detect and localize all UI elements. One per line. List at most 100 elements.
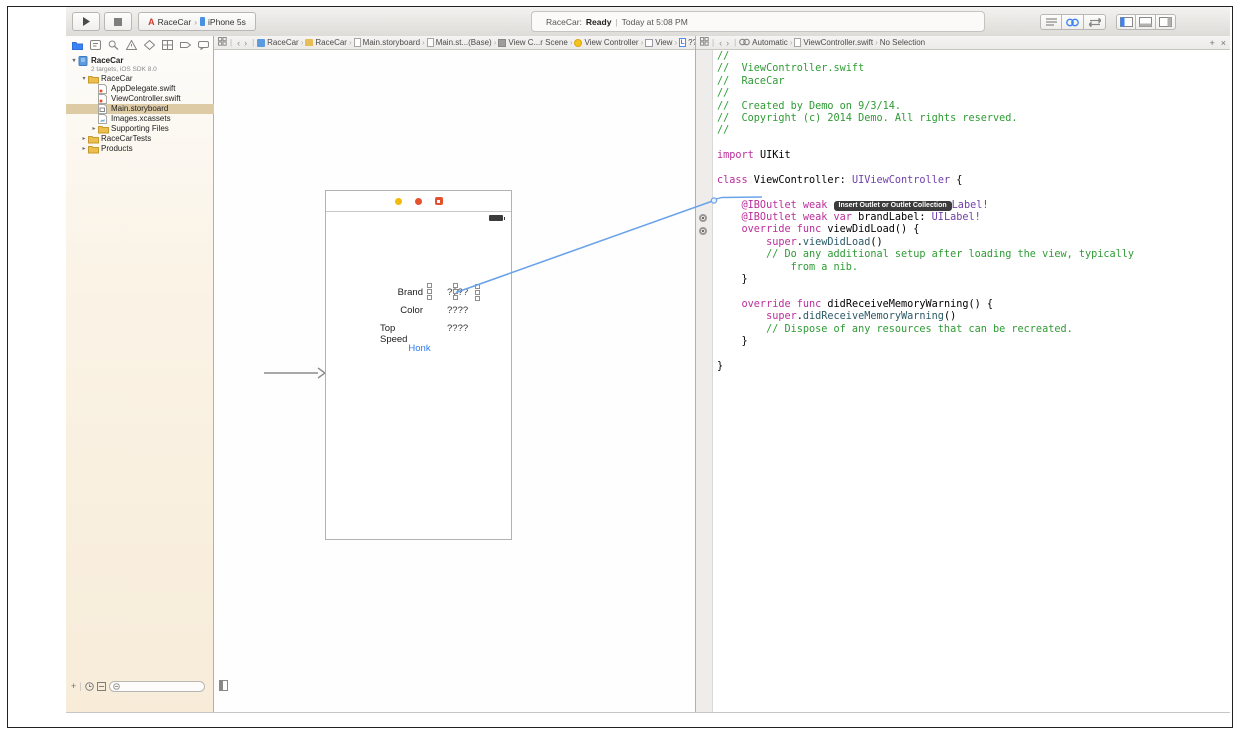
- outlet-connection-well[interactable]: [699, 227, 707, 235]
- initial-view-controller-arrow[interactable]: [262, 366, 326, 380]
- tree-row-viewcontroller-swift[interactable]: ViewController.swift: [66, 94, 214, 104]
- add-file-button[interactable]: +: [71, 681, 76, 691]
- back-history-button[interactable]: ‹: [237, 38, 240, 48]
- jumpbar-item-racecar[interactable]: RaceCar: [257, 38, 299, 47]
- filter-input[interactable]: [109, 681, 205, 692]
- code-line[interactable]: @IBOutlet weak Insert Outlet or Outlet C…: [717, 200, 1230, 212]
- code-line[interactable]: @IBOutlet weak var brandLabel: UILabel!: [717, 212, 1230, 224]
- disclosure-triangle[interactable]: ▸: [90, 124, 98, 134]
- resize-handle[interactable]: [453, 283, 458, 288]
- view-controller-scene[interactable]: Brand ???? Color ???? Top Speed ???? Hon…: [325, 190, 512, 540]
- toggle-navigator-button[interactable]: [1116, 14, 1136, 30]
- related-items-icon[interactable]: [218, 37, 227, 48]
- code-line[interactable]: //: [717, 125, 1230, 137]
- honk-button[interactable]: Honk: [326, 343, 513, 354]
- standard-editor-button[interactable]: [1040, 14, 1062, 30]
- code-line[interactable]: [717, 138, 1230, 150]
- forward-history-button[interactable]: ›: [726, 38, 729, 48]
- code-editor[interactable]: //// ViewController.swift// RaceCar//// …: [717, 51, 1230, 373]
- resize-handle[interactable]: [453, 295, 458, 300]
- tree-row-racecar[interactable]: ▾RaceCar: [66, 74, 214, 84]
- related-items-icon[interactable]: [700, 37, 709, 48]
- resize-handle[interactable]: [475, 296, 480, 301]
- tree-row-main-storyboard[interactable]: Main.storyboard: [66, 104, 214, 114]
- add-editor-button[interactable]: +: [1209, 38, 1214, 48]
- code-line[interactable]: from a nib.: [717, 262, 1230, 274]
- toggle-utilities-button[interactable]: [1156, 14, 1176, 30]
- disclosure-triangle[interactable]: ▾: [70, 56, 78, 66]
- jumpbar-item--[interactable]: L????: [679, 38, 695, 47]
- run-button[interactable]: [72, 12, 100, 31]
- toggle-debug-area-button[interactable]: [1136, 14, 1156, 30]
- resize-handle[interactable]: [453, 289, 458, 294]
- code-line[interactable]: // Dispose of any resources that can be …: [717, 324, 1230, 336]
- disclosure-triangle[interactable]: ▾: [80, 74, 88, 84]
- jumpbar-item-no-selection[interactable]: No Selection: [880, 38, 925, 47]
- resize-handle[interactable]: [427, 295, 432, 300]
- outlet-connection-well[interactable]: [699, 214, 707, 222]
- back-history-button[interactable]: ‹: [719, 38, 722, 48]
- code-line[interactable]: // Created by Demo on 9/3/14.: [717, 101, 1230, 113]
- document-outline-toggle[interactable]: [219, 680, 228, 691]
- code-line[interactable]: override func viewDidLoad() {: [717, 224, 1230, 236]
- top-speed-label[interactable]: Top Speed: [380, 323, 423, 345]
- jumpbar-item-racecar[interactable]: RaceCar: [305, 38, 347, 47]
- code-line[interactable]: import UIKit: [717, 150, 1230, 162]
- flat-list-icon[interactable]: [97, 682, 106, 691]
- code-line[interactable]: //: [717, 88, 1230, 100]
- navigator-tab-tests[interactable]: [144, 39, 155, 51]
- tree-row-supporting-files[interactable]: ▸Supporting Files: [66, 124, 214, 134]
- navigator-tab-symbol[interactable]: [90, 39, 101, 51]
- tree-row-products[interactable]: ▸Products: [66, 144, 214, 154]
- navigator-tab-debug[interactable]: [162, 39, 173, 51]
- first-responder-icon[interactable]: [415, 198, 422, 205]
- code-line[interactable]: }: [717, 361, 1230, 373]
- navigator-tab-reports[interactable]: [198, 39, 209, 51]
- navigator-tab-breakpoints[interactable]: [180, 39, 191, 51]
- recent-files-icon[interactable]: [85, 682, 94, 691]
- scheme-selector[interactable]: A RaceCar › iPhone 5s: [138, 12, 256, 31]
- navigator-tab-search[interactable]: [108, 39, 119, 51]
- brand-label[interactable]: Brand: [398, 287, 423, 298]
- jumpbar-item-main-st-base-[interactable]: Main.st...(Base): [427, 38, 492, 47]
- color-label[interactable]: Color: [400, 305, 423, 316]
- navigator-tab-project[interactable]: [72, 39, 83, 51]
- code-line[interactable]: // Do any additional setup after loading…: [717, 249, 1230, 261]
- disclosure-triangle[interactable]: ▸: [80, 134, 88, 144]
- jumpbar-item-view[interactable]: View: [645, 38, 672, 47]
- navigator-tab-issues[interactable]: [126, 39, 137, 51]
- code-line[interactable]: // Copyright (c) 2014 Demo. All rights r…: [717, 113, 1230, 125]
- code-line[interactable]: class ViewController: UIViewController {: [717, 175, 1230, 187]
- jumpbar-item-view-c-r-scene[interactable]: View C...r Scene: [498, 38, 567, 47]
- code-line[interactable]: }: [717, 274, 1230, 286]
- code-line[interactable]: override func didReceiveMemoryWarning() …: [717, 299, 1230, 311]
- stop-button[interactable]: [104, 12, 132, 31]
- code-line[interactable]: // RaceCar: [717, 76, 1230, 88]
- code-line[interactable]: // ViewController.swift: [717, 63, 1230, 75]
- tree-row-racecartests[interactable]: ▸RaceCarTests: [66, 134, 214, 144]
- disclosure-triangle[interactable]: ▸: [80, 144, 88, 154]
- jumpbar-item-automatic[interactable]: Automatic: [739, 38, 788, 48]
- color-value-label[interactable]: ????: [447, 305, 468, 316]
- tree-row-images-xcassets[interactable]: Images.xcassets: [66, 114, 214, 124]
- code-line[interactable]: [717, 187, 1230, 199]
- jumpbar-item-viewcontroller-swift[interactable]: ViewController.swift: [794, 38, 873, 47]
- resize-handle[interactable]: [475, 284, 480, 289]
- close-editor-button[interactable]: ×: [1221, 38, 1226, 48]
- code-line[interactable]: //: [717, 51, 1230, 63]
- top-speed-value-label[interactable]: ????: [447, 323, 468, 334]
- code-line[interactable]: [717, 348, 1230, 360]
- code-line[interactable]: super.viewDidLoad(): [717, 237, 1230, 249]
- code-line[interactable]: [717, 163, 1230, 175]
- resize-handle[interactable]: [427, 289, 432, 294]
- resize-handle[interactable]: [475, 290, 480, 295]
- tree-row-racecar[interactable]: ▾RaceCar: [66, 56, 214, 66]
- assistant-editor-button[interactable]: [1062, 14, 1084, 30]
- code-line[interactable]: }: [717, 336, 1230, 348]
- code-line[interactable]: [717, 286, 1230, 298]
- code-line[interactable]: super.didReceiveMemoryWarning(): [717, 311, 1230, 323]
- jumpbar-item-main-storyboard[interactable]: Main.storyboard: [354, 38, 420, 47]
- view-controller-icon[interactable]: [395, 198, 402, 205]
- exit-icon[interactable]: [435, 197, 443, 205]
- version-editor-button[interactable]: [1084, 14, 1106, 30]
